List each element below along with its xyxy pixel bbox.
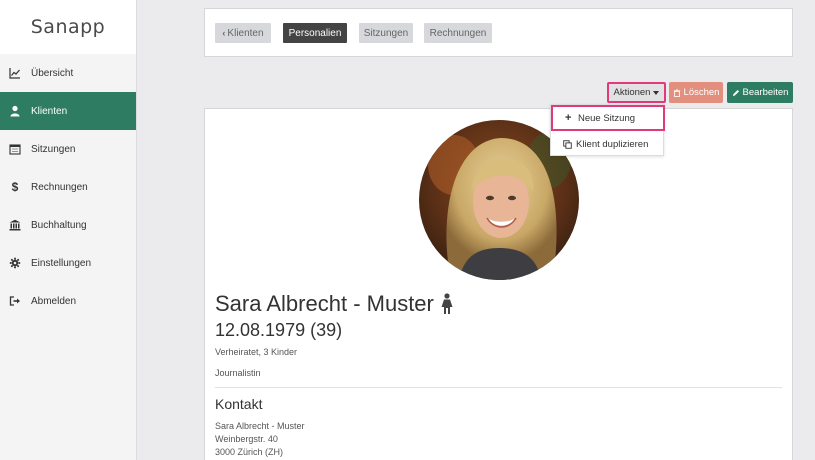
- sidebar-item-uebersicht[interactable]: Übersicht: [0, 54, 136, 92]
- sidebar-item-label: Einstellungen: [31, 257, 92, 269]
- sidebar-item-einstellungen[interactable]: Einstellungen: [0, 244, 136, 282]
- aktionen-dropdown-menu: + Neue Sitzung Klient duplizieren: [550, 104, 665, 157]
- trash-icon: [673, 88, 680, 97]
- contact-name: Sara Albrecht - Muster: [215, 421, 305, 431]
- sidebar-item-abmelden[interactable]: Abmelden: [0, 282, 136, 320]
- dollar-icon: $: [11, 180, 19, 194]
- sidebar-item-label: Rechnungen: [31, 181, 88, 193]
- client-birthdate: 12.08.1979 (39): [215, 320, 343, 340]
- copy-icon: [563, 139, 572, 149]
- sidebar: Sanapp Übersicht Klienten Sitzungen $ Re…: [0, 0, 137, 460]
- sidebar-item-label: Übersicht: [31, 67, 74, 79]
- caret-down-icon: [653, 90, 660, 95]
- menu-item-label: Klient duplizieren: [576, 138, 649, 150]
- tab-personalien[interactable]: Personalien: [283, 23, 347, 43]
- contact-city: 3000 Zürich (ZH): [215, 447, 284, 457]
- menu-item-neue-sitzung[interactable]: + Neue Sitzung: [551, 105, 665, 131]
- tab-rechnungen[interactable]: Rechnungen: [424, 23, 492, 43]
- sidebar-item-label: Buchhaltung: [31, 219, 87, 231]
- sidebar-item-label: Klienten: [31, 105, 68, 117]
- sidebar-nav: Übersicht Klienten Sitzungen $ Rechnunge…: [0, 54, 136, 320]
- client-occupation: Journalistin: [215, 368, 261, 378]
- female-icon: [441, 293, 453, 314]
- tab-bar: ‹ Klienten Personalien Sitzungen Rechnun…: [204, 8, 793, 57]
- section-divider: [215, 387, 782, 388]
- aktionen-dropdown-button[interactable]: Aktionen: [607, 82, 666, 103]
- edit-label: Bearbeiten: [742, 87, 789, 98]
- client-name: Sara Albrecht - Muster: [215, 291, 434, 316]
- app-logo[interactable]: Sanapp: [0, 0, 136, 54]
- delete-button[interactable]: Löschen: [669, 82, 723, 103]
- back-label: Klienten: [227, 27, 264, 39]
- client-name-row: Sara Albrecht - Muster: [215, 291, 454, 317]
- client-card: Sara Albrecht - Muster 12.08.1979 (39) V…: [204, 108, 793, 460]
- chevron-left-icon: ‹: [222, 28, 226, 38]
- delete-label: Löschen: [683, 87, 720, 98]
- edit-button[interactable]: Bearbeiten: [727, 82, 793, 103]
- aktionen-label: Aktionen: [613, 87, 651, 98]
- pencil-icon: [732, 89, 739, 96]
- menu-item-label: Neue Sitzung: [578, 112, 636, 124]
- plus-icon: +: [565, 111, 572, 124]
- sign-out-icon: [9, 295, 21, 307]
- sidebar-item-rechnungen[interactable]: $ Rechnungen: [0, 168, 136, 206]
- calendar-icon: [9, 143, 21, 155]
- gear-icon: [9, 257, 21, 269]
- sidebar-item-buchhaltung[interactable]: Buchhaltung: [0, 206, 136, 244]
- user-icon: [9, 105, 21, 117]
- back-to-klienten-button[interactable]: ‹ Klienten: [215, 23, 271, 43]
- contact-street: Weinbergstr. 40: [215, 434, 278, 444]
- sidebar-item-sitzungen[interactable]: Sitzungen: [0, 130, 136, 168]
- sidebar-item-label: Abmelden: [31, 295, 77, 307]
- logo-text: Sanapp: [30, 16, 106, 38]
- chart-line-icon: [9, 67, 21, 79]
- tab-sitzungen[interactable]: Sitzungen: [359, 23, 413, 43]
- sidebar-item-label: Sitzungen: [31, 143, 76, 155]
- bank-icon: [9, 219, 21, 231]
- sidebar-item-klienten[interactable]: Klienten: [0, 92, 136, 130]
- contact-heading: Kontakt: [215, 396, 263, 412]
- menu-item-klient-duplizieren[interactable]: Klient duplizieren: [551, 131, 665, 157]
- client-marital-status: Verheiratet, 3 Kinder: [215, 347, 298, 357]
